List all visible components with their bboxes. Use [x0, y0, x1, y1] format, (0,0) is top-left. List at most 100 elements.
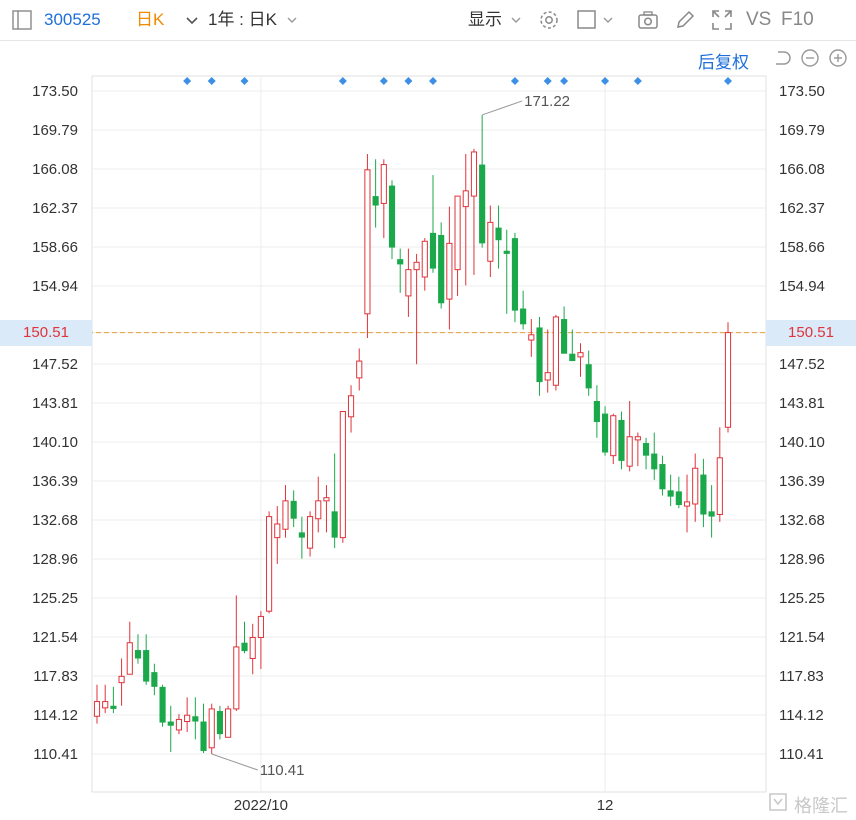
candle-body: [724, 332, 732, 428]
candle-body: [511, 238, 519, 311]
y-tick-label-right: 173.50: [779, 83, 825, 100]
candle-body: [487, 221, 494, 262]
candle-body: [602, 413, 609, 453]
candle-body: [200, 721, 207, 751]
x-tick-label: 2022/10: [234, 797, 288, 814]
candle-body: [192, 716, 199, 722]
candle-body: [102, 701, 109, 709]
candle-body: [700, 474, 707, 515]
candle-body: [593, 401, 600, 423]
candle-body: [184, 714, 191, 723]
candle-body: [364, 169, 371, 315]
candle-body: [339, 411, 346, 539]
candle-body: [134, 650, 142, 659]
candle-body: [479, 164, 486, 244]
candle-body: [233, 646, 240, 710]
y-tick-label-left: 121.54: [32, 629, 78, 646]
candle-body: [446, 242, 453, 300]
watermark-text: 格隆汇: [794, 796, 848, 816]
candle-body: [249, 636, 256, 659]
y-tick-label-left: 110.41: [33, 746, 78, 763]
candle-body: [216, 711, 223, 735]
candle-body: [347, 395, 355, 418]
candle-body: [225, 708, 232, 738]
low-annotation-label: 110.41: [260, 762, 305, 779]
y-tick-label-left: 158.66: [32, 239, 78, 256]
candle-body: [380, 164, 387, 204]
candlestick-chart[interactable]: 173.50 173.50 169.79 169.79 166.08 166.08 162.…: [0, 0, 856, 820]
candle-body: [266, 516, 273, 612]
candle-body: [151, 672, 158, 687]
high-annotation-leader: [481, 100, 523, 116]
y-tick-label-right: 143.81: [779, 395, 825, 412]
event-marker: [338, 77, 347, 85]
y-tick-label-right: 117.83: [779, 668, 824, 685]
candle-body: [708, 511, 715, 517]
candle-body: [569, 353, 576, 362]
candle-body: [610, 415, 617, 457]
candle-body: [634, 436, 641, 441]
candle-body: [405, 269, 412, 297]
candle-body: [495, 227, 502, 241]
current-price-left: 150.51: [0, 320, 92, 346]
candle-body: [421, 240, 428, 278]
candle-body: [397, 259, 404, 265]
candle-body: [462, 190, 469, 208]
candle-body: [241, 642, 248, 652]
y-tick-label-right: 166.08: [779, 161, 825, 178]
candle-body: [274, 523, 281, 539]
current-price-right: 150.51: [766, 320, 856, 346]
y-tick-label-left: 173.50: [32, 83, 78, 100]
candle-body: [544, 372, 551, 381]
y-tick-label-left: 143.81: [32, 395, 78, 412]
event-marker: [601, 77, 610, 85]
candle-body: [290, 500, 297, 519]
candle-body: [528, 334, 535, 341]
event-marker: [379, 77, 388, 85]
event-marker: [633, 77, 642, 85]
y-tick-label-right: 162.37: [779, 200, 825, 217]
high-annotation-label: 171.22: [524, 93, 570, 110]
candle-body: [429, 232, 437, 269]
event-marker: [510, 77, 519, 85]
x-tick-label: 12: [597, 797, 614, 814]
candle-body: [667, 490, 674, 497]
y-tick-label-right: 132.68: [779, 512, 825, 529]
candle-body: [503, 250, 510, 254]
candle-body: [257, 615, 264, 638]
y-tick-label-left: 136.39: [32, 473, 78, 490]
candle-body: [520, 308, 527, 325]
candle-body: [110, 705, 117, 709]
candle-body: [438, 234, 445, 304]
event-marker: [404, 77, 413, 85]
y-tick-label-right: 140.10: [779, 434, 825, 451]
event-marker: [543, 77, 552, 85]
candle-body: [143, 650, 150, 682]
candle-body: [372, 196, 379, 206]
event-marker: [428, 77, 437, 85]
candle-body: [642, 443, 650, 456]
event-marker: [207, 77, 216, 85]
y-tick-label-right: 121.54: [779, 629, 825, 646]
y-tick-label-left: 114.12: [33, 707, 78, 724]
y-tick-label-left: 117.83: [33, 668, 78, 685]
candle-body: [126, 642, 133, 675]
y-tick-label-left: 162.37: [32, 200, 78, 217]
y-tick-label-right: 158.66: [779, 239, 825, 256]
candle-body: [93, 701, 101, 717]
y-tick-label-right: 128.96: [779, 551, 825, 568]
y-tick-label-right: 114.12: [779, 707, 824, 724]
candle-body: [159, 686, 166, 723]
candle-body: [585, 364, 592, 389]
event-marker: [560, 77, 569, 85]
y-tick-label-right: 110.41: [779, 746, 824, 763]
candle-body: [356, 360, 363, 379]
watermark: 格隆汇: [766, 790, 856, 816]
candle-body: [298, 532, 305, 538]
candle-body: [651, 453, 658, 470]
event-marker: [183, 77, 192, 85]
low-annotation-leader: [211, 753, 258, 771]
watermark-logo-icon: [769, 793, 787, 811]
candle-body: [282, 500, 289, 530]
y-tick-label-right: 125.25: [779, 590, 825, 607]
